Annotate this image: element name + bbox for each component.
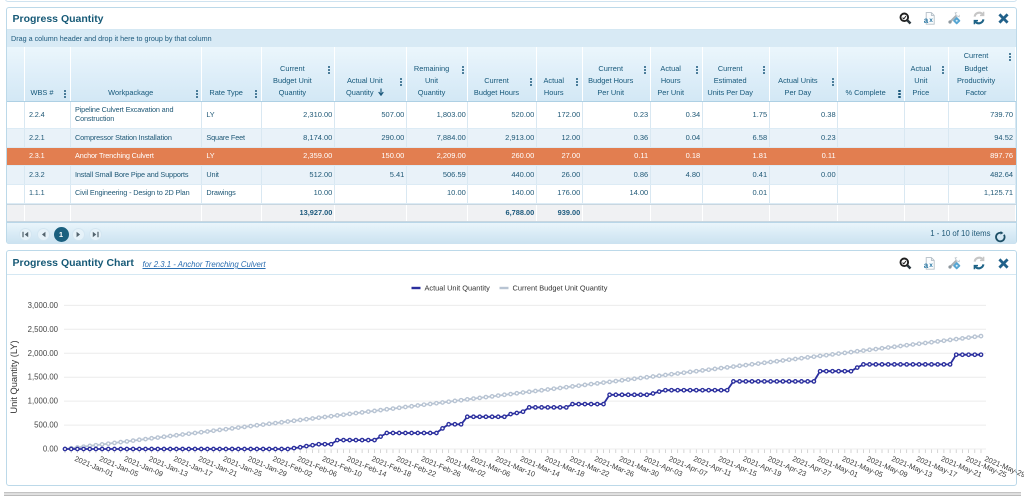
svg-text:1,000.00: 1,000.00 — [28, 397, 59, 406]
svg-text:2,000.00: 2,000.00 — [28, 349, 59, 358]
svg-text:Actual Unit Quantity: Actual Unit Quantity — [425, 284, 491, 293]
svg-text:0.00: 0.00 — [43, 445, 59, 454]
svg-text:x: x — [929, 16, 933, 23]
svg-text:Unit Quantity (LY): Unit Quantity (LY) — [9, 340, 19, 413]
svg-text:a: a — [923, 16, 928, 25]
svg-text:Current Budget Unit Quantity: Current Budget Unit Quantity — [513, 284, 608, 293]
svg-text:3,000.00: 3,000.00 — [28, 301, 59, 310]
svg-text:2,500.00: 2,500.00 — [28, 325, 59, 334]
svg-text:500.00: 500.00 — [34, 421, 59, 430]
svg-text:1,500.00: 1,500.00 — [28, 373, 59, 382]
